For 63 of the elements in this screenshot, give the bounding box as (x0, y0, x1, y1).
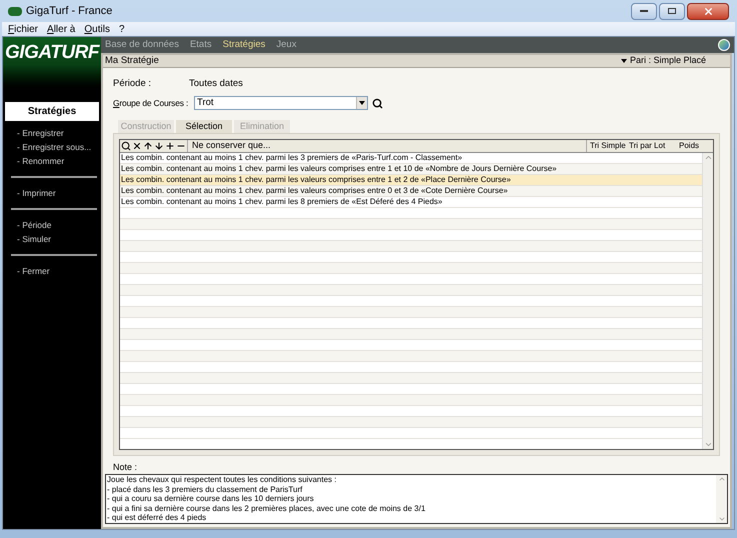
table-row[interactable]: Les combin. contenant au moins 1 chev. parmi les valeurs comprises entre 1 et 10 de «Nombre de Jours Dernière Course» (120, 164, 702, 175)
note-field[interactable] (105, 474, 728, 524)
table-row[interactable]: Les combin. contenant au moins 1 chev. parmi les valeurs comprises entre 1 et 2 de «Place Dernière Course» (120, 175, 702, 186)
menu-item[interactable]: Outils (84, 22, 110, 36)
note-label: Note : (113, 460, 138, 474)
period-label: Période : (113, 76, 152, 91)
menu-item[interactable]: Fichier (8, 22, 38, 36)
sidebar-item[interactable]: - Enregistrer (17, 126, 91, 140)
note-line: - qui a fini sa dernière course dans les 2 premières places, avec une cote de moins de 3/1 (107, 504, 426, 514)
group-label: Groupe de Courses : (113, 96, 190, 110)
sidebar-item[interactable]: - Fermer (17, 264, 91, 278)
nav-tab[interactable]: Stratégies (222, 38, 266, 52)
maximize-button[interactable] (659, 2, 685, 20)
column-header: Poids (678, 140, 700, 152)
scroll-down-icon (718, 515, 726, 523)
note-line: - placé dans les 3 premiers du classement de ParisTurf (107, 484, 304, 494)
table-row[interactable]: Les combin. contenant au moins 1 chev. parmi les 8 premiers de «Est Déferé des 4 Pieds» (120, 197, 702, 208)
sidebar-item[interactable]: - Enregistrer sous... (17, 140, 91, 154)
note-line: - qui est déferré des 4 pieds (107, 513, 208, 523)
add-icon (165, 141, 175, 151)
globe-icon[interactable] (718, 39, 730, 51)
sidebar-item[interactable]: - Simuler (17, 232, 91, 246)
sidebar-item[interactable]: - Imprimer (17, 186, 91, 200)
note-line: - qui a couru sa dernière course dans les 10 derniers jours (107, 494, 315, 504)
move-down-button[interactable] (154, 140, 164, 152)
move-down-icon (154, 141, 164, 151)
close-button[interactable] (687, 2, 729, 20)
search-icon (121, 141, 131, 151)
logo: GIGATURF (4, 41, 99, 65)
bet-selector[interactable]: Pari : Simple Placé (620, 54, 706, 68)
note-line: Joue les chevaux qui respectent toutes les conditions suivantes : (107, 475, 338, 485)
scroll-up-icon (718, 475, 726, 483)
group-dropdown[interactable]: Trot (194, 96, 368, 110)
column-header: Tri par Lot (628, 140, 666, 152)
sidebar-item[interactable]: - Période (17, 218, 91, 232)
app-icon (8, 6, 22, 16)
search-icon[interactable] (372, 98, 383, 108)
delete-icon (132, 141, 142, 151)
table-row[interactable]: Les combin. contenant au moins 1 chev. parmi les 3 premiers de «Paris-Turf.com - Classement» (120, 153, 702, 164)
nav-tab[interactable]: Jeux (276, 38, 296, 52)
scroll-up-icon (704, 153, 712, 162)
scrollbar[interactable] (702, 153, 713, 448)
window-title: GigaTurf - France (26, 4, 112, 19)
section-title: Stratégies (5, 102, 99, 121)
move-up-icon (143, 141, 153, 151)
add-button[interactable] (165, 140, 175, 152)
column-header: Tri Simple (586, 140, 627, 152)
close-icon (702, 6, 714, 16)
search-button[interactable] (121, 140, 131, 152)
panel-title: Ma Stratégie (105, 54, 159, 68)
move-up-button[interactable] (143, 140, 153, 152)
minimize-button[interactable] (631, 2, 657, 20)
nav-tab[interactable]: Etats (190, 38, 212, 52)
tab[interactable]: Sélection (176, 120, 232, 133)
menu-item[interactable]: Aller à (47, 22, 76, 36)
column-header: Ne conserver que... (191, 139, 272, 152)
sidebar-item[interactable]: - Renommer (17, 154, 91, 168)
delete-button[interactable] (132, 140, 142, 152)
period-value: Toutes dates (189, 76, 243, 91)
menu-item[interactable]: ? (118, 22, 125, 36)
table-row[interactable]: Les combin. contenant au moins 1 chev. parmi les valeurs comprises entre 0 et 3 de «Cote Dernière Course» (120, 186, 702, 197)
nav-tab[interactable]: Base de données (105, 38, 179, 52)
dropdown-triangle-icon (620, 59, 627, 63)
